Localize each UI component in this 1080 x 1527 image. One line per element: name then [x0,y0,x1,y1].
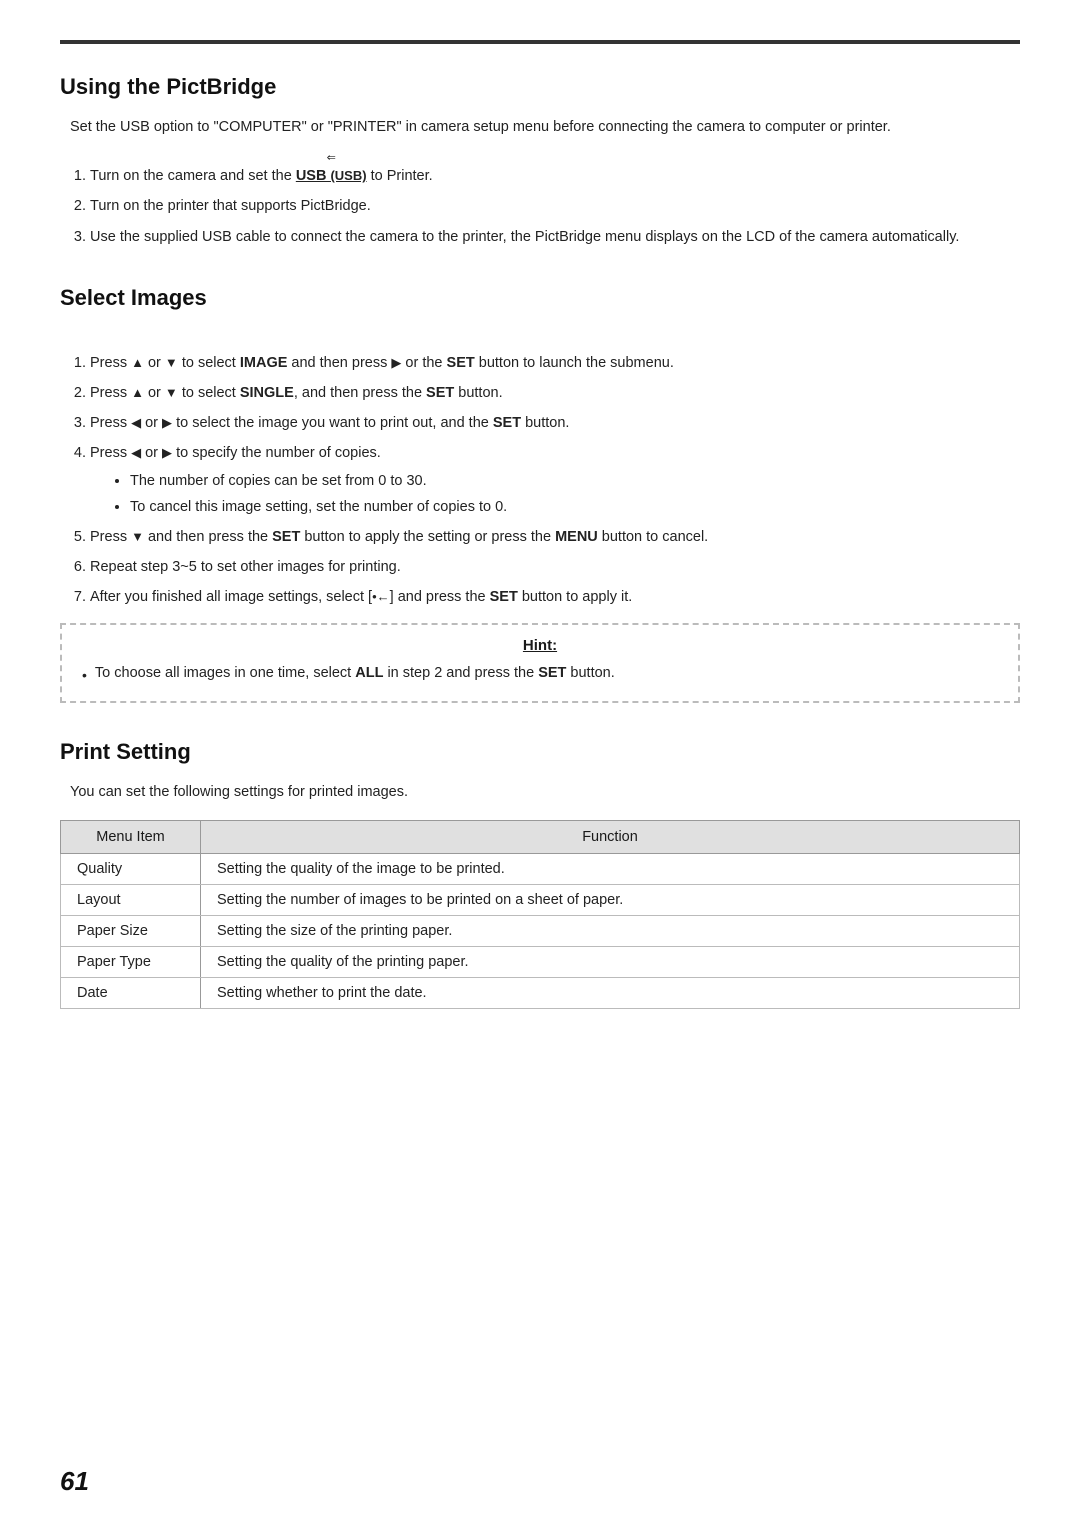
usb-arrow-icon: ⇐ [296,153,367,164]
bullet-copies-2: To cancel this image setting, set the nu… [130,496,1020,519]
select-step-7: After you finished all image settings, s… [90,586,1020,609]
function-paper-type: Setting the quality of the printing pape… [201,947,1020,978]
arrow-right-icon-2 [162,415,172,431]
arrow-left-icon [131,415,141,431]
arrow-down-icon-2 [165,385,178,401]
arrow-left-icon-2 [131,445,141,461]
pictbridge-title: Using the PictBridge [60,74,1020,100]
table-row: Quality Setting the quality of the image… [61,854,1020,885]
pictbridge-step-1: Turn on the camera and set the ⇐ USB (US… [90,153,1020,188]
pictbridge-step-3: Use the supplied USB cable to connect th… [90,226,1020,249]
arrow-right-icon [391,355,401,371]
set-label-hint: SET [538,665,566,681]
hint-bullet-dot: • [82,664,87,686]
set-label-3: SET [493,415,521,431]
arrow-up-icon [131,355,144,371]
function-quality: Setting the quality of the image to be p… [201,854,1020,885]
select-step-1: Press or to select IMAGE and then press … [90,352,1020,375]
hint-box: Hint: • To choose all images in one time… [60,623,1020,702]
select-step-6: Repeat step 3~5 to set other images for … [90,556,1020,579]
single-label: SINGLE [240,385,294,401]
select-images-steps: Press or to select IMAGE and then press … [90,352,1020,610]
menu-item-date: Date [61,978,201,1009]
all-label: ALL [355,665,383,681]
function-date: Setting whether to print the date. [201,978,1020,1009]
table-row: Paper Size Setting the size of the print… [61,916,1020,947]
pictbridge-step-2: Turn on the printer that supports PictBr… [90,195,1020,218]
menu-item-quality: Quality [61,854,201,885]
print-setting-title: Print Setting [60,739,1020,765]
step1-text-after: to Printer. [371,168,433,184]
pictbridge-intro: Set the USB option to "COMPUTER" or "PRI… [70,116,1020,139]
hint-bullet-item: • To choose all images in one time, sele… [82,662,998,686]
usb-label: USB (USB) [296,168,367,184]
col-header-menu-item: Menu Item [61,821,201,854]
image-label: IMAGE [240,355,288,371]
step3-text: Use the supplied USB cable to connect th… [90,229,959,245]
select-step-2: Press or to select SINGLE, and then pres… [90,382,1020,405]
step2-text: Turn on the printer that supports PictBr… [90,198,371,214]
select-step-5: Press and then press the SET button to a… [90,526,1020,549]
bullet-copies-1: The number of copies can be set from 0 t… [130,470,1020,493]
function-paper-size: Setting the size of the printing paper. [201,916,1020,947]
arrow-down-icon-3 [131,529,144,545]
set-label-4: SET [272,529,300,545]
arrow-down-icon [165,355,178,371]
set-label-2: SET [426,385,454,401]
col-header-function: Function [201,821,1020,854]
table-row: Date Setting whether to print the date. [61,978,1020,1009]
page-container: Using the PictBridge Set the USB option … [0,0,1080,1527]
hint-content: • To choose all images in one time, sele… [82,662,998,686]
return-symbol: •← [372,589,390,604]
page-number: 61 [60,1466,89,1497]
copies-bullets: The number of copies can be set from 0 t… [130,470,1020,519]
function-layout: Setting the number of images to be print… [201,885,1020,916]
section-print-setting: Print Setting You can set the following … [60,739,1020,1009]
select-images-title: Select Images [60,285,1020,311]
set-label-5: SET [490,589,518,605]
arrow-up-icon-2 [131,385,144,401]
section-pictbridge: Using the PictBridge Set the USB option … [60,74,1020,249]
select-step-3: Press or to select the image you want to… [90,412,1020,435]
set-label-1: SET [447,355,475,371]
table-header-row: Menu Item Function [61,821,1020,854]
print-settings-table: Menu Item Function Quality Setting the q… [60,820,1020,1009]
menu-label: MENU [555,529,598,545]
top-border [60,40,1020,44]
menu-item-paper-size: Paper Size [61,916,201,947]
step1-text-before: Turn on the camera and set the [90,168,296,184]
print-setting-intro: You can set the following settings for p… [70,781,1020,804]
menu-item-paper-type: Paper Type [61,947,201,978]
table-row: Paper Type Setting the quality of the pr… [61,947,1020,978]
menu-item-layout: Layout [61,885,201,916]
table-row: Layout Setting the number of images to b… [61,885,1020,916]
hint-text: To choose all images in one time, select… [95,662,615,685]
section-select-images: Select Images Press or to select IMAGE a… [60,285,1020,703]
hint-title: Hint: [82,637,998,654]
usb-symbol-wrapper: ⇐ USB (USB) [296,153,367,188]
pictbridge-steps: Turn on the camera and set the ⇐ USB (US… [90,153,1020,249]
arrow-right-icon-3 [162,445,172,461]
select-step-4: Press or to specify the number of copies… [90,442,1020,519]
